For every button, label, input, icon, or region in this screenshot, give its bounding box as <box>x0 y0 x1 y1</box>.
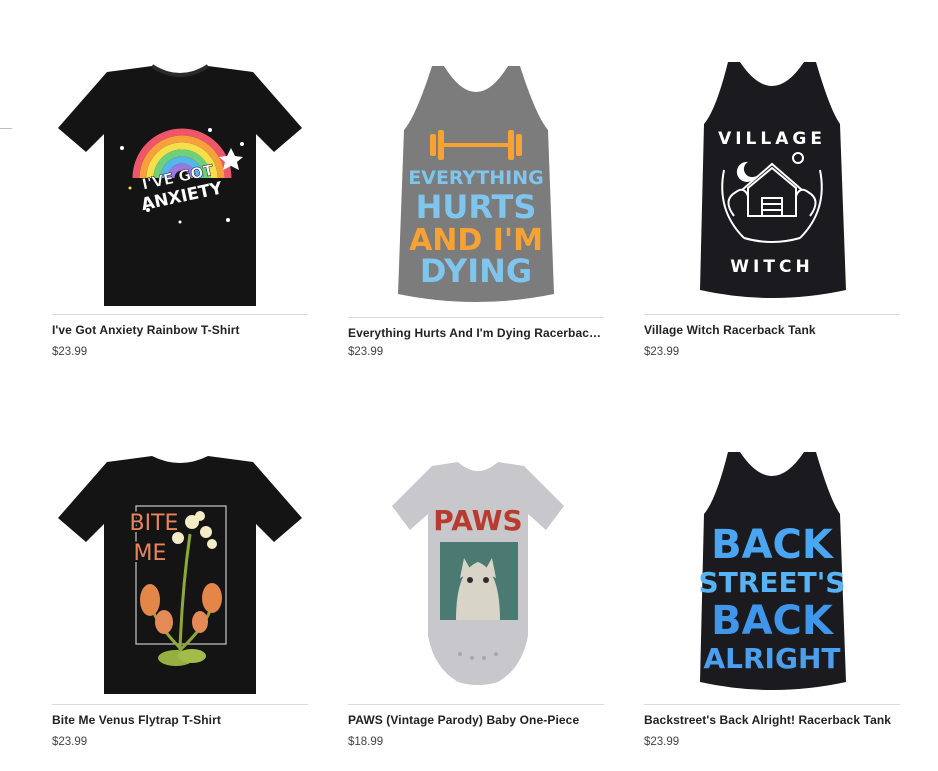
design-text-line1: EVERYTHING <box>408 167 543 189</box>
card-divider <box>348 317 604 318</box>
product-price: $23.99 <box>644 346 680 358</box>
design-text-line2: HURTS <box>416 188 537 226</box>
product-price: $23.99 <box>644 736 680 748</box>
product-title[interactable]: Backstreet's Back Alright! Racerback Tan… <box>644 713 900 727</box>
product-title[interactable]: Bite Me Venus Flytrap T-Shirt <box>52 713 308 727</box>
design-text-line1: BACK <box>711 522 835 568</box>
product-image[interactable]: I'VE GOT ANXIETY <box>52 60 308 310</box>
product-price: $23.99 <box>52 736 88 748</box>
design-text-line4: ALRIGHT <box>703 642 840 675</box>
product-image[interactable]: BITE ME <box>52 450 308 700</box>
product-grid: I'VE GOT ANXIETY I've Got Anxiety Rainbo… <box>52 0 900 771</box>
design-text-line2: STREET'S <box>699 566 846 599</box>
design-text-top: VILLAGE <box>718 129 826 149</box>
product-price: $23.99 <box>52 346 88 358</box>
product-title[interactable]: PAWS (Vintage Parody) Baby One-Piece <box>348 713 604 727</box>
page-edge-divider <box>0 128 12 129</box>
product-title[interactable]: Village Witch Racerback Tank <box>644 323 900 337</box>
product-image[interactable]: PAWS <box>348 450 604 700</box>
product-image[interactable]: VILLAGE WITCH <box>644 60 900 310</box>
product-image[interactable]: EVERYTHING HURTS AND I'M DYING <box>348 60 604 310</box>
design-text-line1: BITE <box>130 511 179 536</box>
card-divider <box>52 314 308 315</box>
cat-illustration <box>456 558 500 620</box>
product-image[interactable]: BACK STREET'S BACK ALRIGHT <box>644 450 900 700</box>
product-price: $23.99 <box>348 346 384 358</box>
card-divider <box>644 314 900 315</box>
card-divider <box>52 704 308 705</box>
card-divider <box>348 704 604 705</box>
design-text-line2: ME <box>134 541 167 566</box>
design-headline: PAWS <box>433 504 522 537</box>
card-divider <box>644 704 900 705</box>
product-title[interactable]: I've Got Anxiety Rainbow T-Shirt <box>52 323 308 337</box>
design-text-bottom: WITCH <box>730 257 813 277</box>
design-text-line3: BACK <box>711 598 835 644</box>
product-price: $18.99 <box>348 736 384 748</box>
product-title[interactable]: Everything Hurts And I'm Dying Racerback… <box>348 326 604 340</box>
design-text-line4: DYING <box>420 252 532 290</box>
